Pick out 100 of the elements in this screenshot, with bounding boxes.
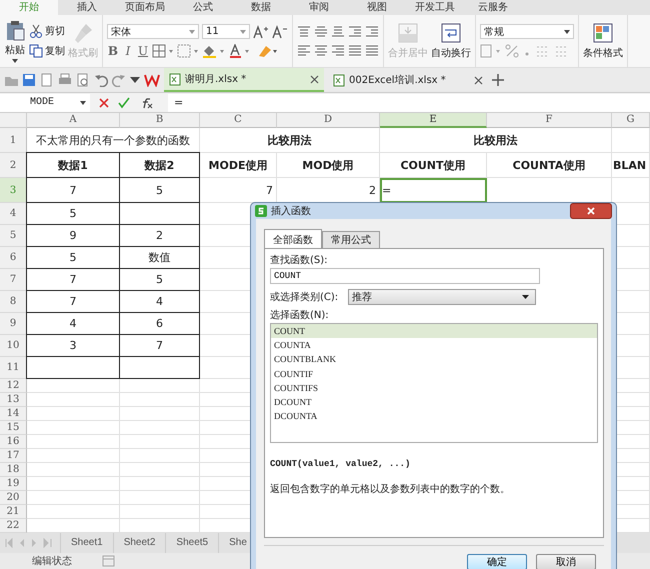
close-icon[interactable] bbox=[474, 76, 483, 84]
print-icon[interactable] bbox=[58, 73, 72, 87]
function-item[interactable]: COUNTIFS bbox=[271, 380, 597, 396]
align-top-icon[interactable] bbox=[297, 24, 311, 38]
close-button[interactable] bbox=[570, 203, 612, 219]
row-header[interactable]: 5 bbox=[0, 225, 27, 247]
distributed-icon[interactable] bbox=[365, 44, 379, 58]
border-icon[interactable] bbox=[152, 44, 174, 58]
decrease-font-icon[interactable] bbox=[272, 24, 288, 38]
column-header[interactable]: D bbox=[277, 113, 380, 128]
brush-icon bbox=[72, 22, 94, 44]
row-header[interactable]: 22 bbox=[0, 519, 27, 533]
ribbon-tab[interactable]: 开发工具 bbox=[406, 0, 464, 15]
save-icon[interactable] bbox=[22, 73, 36, 87]
ribbon-tab[interactable]: 公式 bbox=[174, 0, 232, 15]
empty-cell bbox=[612, 178, 650, 203]
align-left-icon[interactable] bbox=[297, 44, 311, 58]
status-text: 编辑状态 bbox=[32, 554, 72, 568]
copy-button[interactable]: 复制 bbox=[29, 44, 65, 58]
underline-button[interactable]: U bbox=[137, 44, 149, 58]
cell-style-icon[interactable] bbox=[177, 44, 199, 58]
row-header[interactable]: 10 bbox=[0, 335, 27, 357]
add-tab-icon[interactable] bbox=[492, 74, 504, 86]
font-size-dropdown[interactable]: 11 bbox=[202, 24, 250, 39]
ribbon-tab[interactable]: 审阅 bbox=[290, 0, 348, 15]
active-cell[interactable]: = bbox=[380, 178, 487, 203]
formula-input[interactable]: = bbox=[168, 94, 650, 112]
paste-button[interactable]: 粘贴 bbox=[4, 19, 26, 63]
row-header[interactable]: 15 bbox=[0, 421, 27, 435]
row-header[interactable]: 6 bbox=[0, 247, 27, 269]
function-item[interactable]: DCOUNTA bbox=[271, 409, 597, 424]
align-right-icon[interactable] bbox=[331, 44, 345, 58]
align-center-icon[interactable] bbox=[314, 44, 328, 58]
w-logo-icon[interactable] bbox=[144, 73, 160, 87]
column-header[interactable]: E bbox=[380, 113, 487, 128]
conditional-format-icon bbox=[592, 22, 614, 44]
dialog-tab[interactable]: 全部函数 bbox=[264, 229, 322, 248]
close-icon[interactable] bbox=[310, 74, 319, 84]
bold-button[interactable]: B bbox=[107, 44, 119, 58]
row-header[interactable]: 8 bbox=[0, 291, 27, 313]
dialog-tab[interactable]: 常用公式 bbox=[322, 231, 380, 248]
cut-button[interactable]: 剪切 bbox=[29, 24, 65, 38]
ribbon-tab[interactable]: 页面布局 bbox=[116, 0, 174, 15]
row-header[interactable]: 14 bbox=[0, 407, 27, 421]
row-header[interactable]: 4 bbox=[0, 203, 27, 225]
number-format-dropdown[interactable]: 常规 bbox=[480, 24, 574, 39]
row-header[interactable]: 21 bbox=[0, 505, 27, 519]
cancel-button[interactable]: 取消 bbox=[536, 554, 596, 569]
percent-icon[interactable] bbox=[505, 44, 519, 58]
function-item[interactable]: COUNTIF bbox=[271, 366, 597, 381]
row-header[interactable]: 16 bbox=[0, 435, 27, 449]
column-header[interactable]: B bbox=[120, 113, 200, 128]
column-header[interactable]: A bbox=[27, 113, 120, 128]
row-header[interactable]: 9 bbox=[0, 313, 27, 335]
increase-indent-icon[interactable] bbox=[365, 24, 379, 38]
function-item[interactable]: DCOUNT bbox=[271, 395, 597, 410]
align-middle-icon[interactable] bbox=[314, 24, 328, 38]
decrease-indent-icon[interactable] bbox=[348, 24, 362, 38]
row-header[interactable]: 7 bbox=[0, 269, 27, 291]
function-item[interactable]: COUNTA bbox=[271, 338, 597, 352]
column-header[interactable]: G bbox=[612, 113, 650, 128]
ok-button[interactable]: 确定 bbox=[467, 554, 527, 569]
row-header[interactable]: 2 bbox=[0, 153, 27, 178]
search-field[interactable]: COUNT bbox=[270, 268, 540, 284]
print-preview-icon[interactable] bbox=[76, 73, 90, 87]
ribbon-tab[interactable]: 视图 bbox=[348, 0, 406, 15]
ribbon-tab[interactable]: 云服务 bbox=[464, 0, 522, 15]
row-header[interactable]: 11 bbox=[0, 357, 27, 379]
cancel-icon[interactable] bbox=[98, 96, 110, 108]
row-header[interactable]: 19 bbox=[0, 477, 27, 491]
row-header[interactable]: 1 bbox=[0, 128, 27, 153]
increase-font-icon[interactable] bbox=[253, 24, 269, 38]
italic-button[interactable]: I bbox=[122, 44, 134, 58]
function-item[interactable]: COUNTBLANK bbox=[271, 352, 597, 367]
document-tab[interactable]: 谢明月.xlsx * bbox=[164, 68, 324, 92]
ribbon-tab[interactable]: 开始 bbox=[0, 0, 58, 15]
column-header[interactable]: F bbox=[487, 113, 612, 128]
category-dropdown[interactable]: 推荐 bbox=[348, 289, 536, 305]
name-box[interactable]: MODE bbox=[0, 94, 90, 112]
justify-icon[interactable] bbox=[348, 44, 362, 58]
checkmark-icon[interactable] bbox=[118, 96, 130, 108]
fill-color-icon[interactable] bbox=[202, 44, 226, 58]
ribbon-tab[interactable]: 数据 bbox=[232, 0, 290, 15]
align-bottom-icon[interactable] bbox=[331, 24, 345, 38]
ribbon-tab[interactable]: 插入 bbox=[58, 0, 116, 15]
font-name-dropdown[interactable]: 宋体 bbox=[107, 24, 199, 39]
document-tab[interactable]: 002Excel培训.xlsx * bbox=[328, 68, 488, 92]
row-header[interactable]: 12 bbox=[0, 379, 27, 393]
row-header[interactable]: 18 bbox=[0, 463, 27, 477]
row-header[interactable]: 17 bbox=[0, 449, 27, 463]
table-cell: COUNT使用 bbox=[380, 153, 487, 178]
undo-icon[interactable] bbox=[94, 73, 108, 87]
column-header[interactable]: C bbox=[200, 113, 277, 128]
dialog-title: 插入函数 bbox=[271, 204, 312, 218]
row-header[interactable]: 20 bbox=[0, 491, 27, 505]
wrap-text-button[interactable]: 自动换行 bbox=[431, 22, 471, 60]
function-item[interactable]: COUNT bbox=[271, 324, 597, 338]
conditional-format-button[interactable]: 条件格式 bbox=[583, 22, 623, 60]
dropdown-icon[interactable] bbox=[130, 77, 140, 83]
row-header[interactable]: 13 bbox=[0, 393, 27, 407]
